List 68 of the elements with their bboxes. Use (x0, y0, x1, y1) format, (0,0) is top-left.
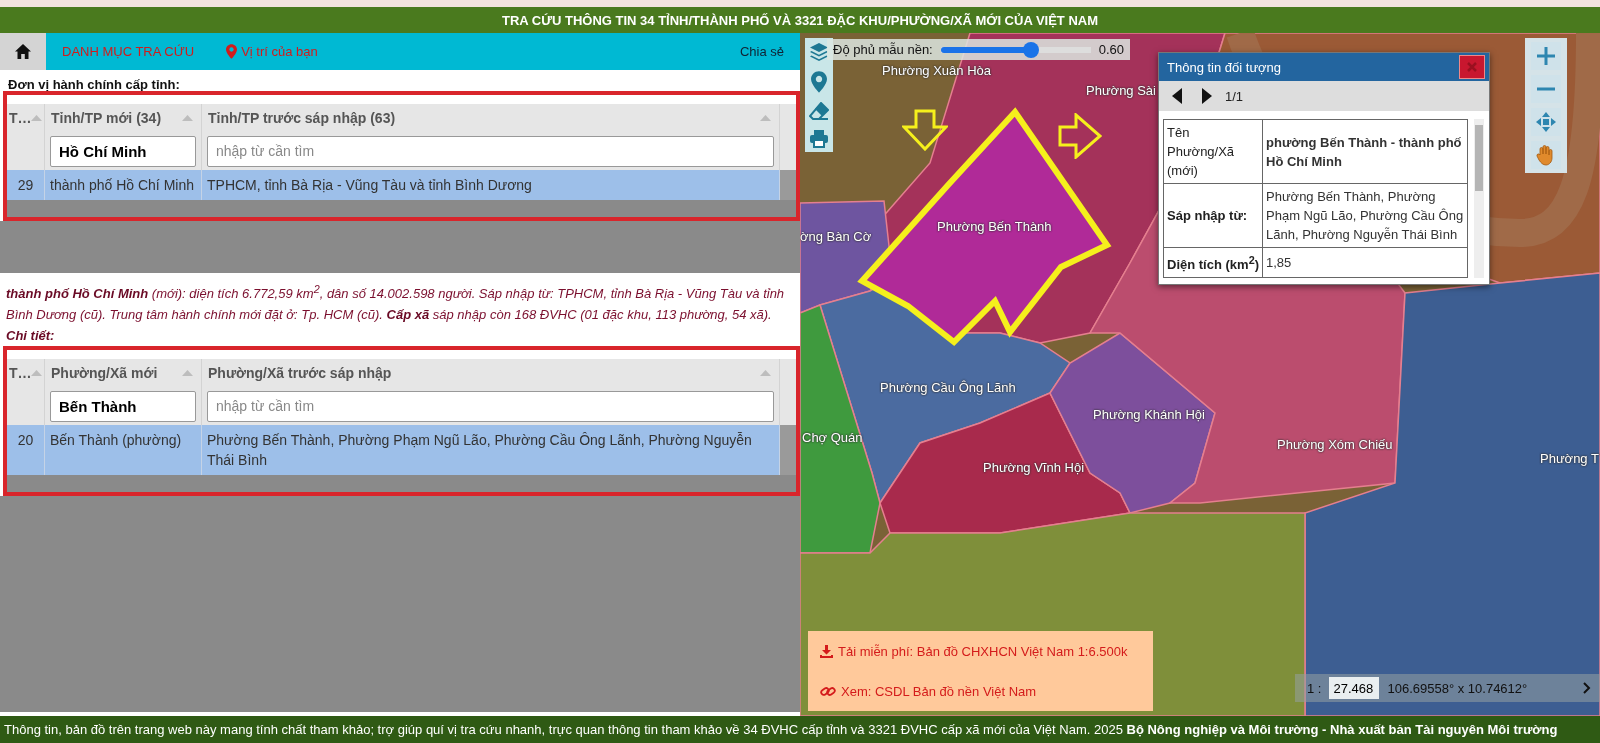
download-icon (820, 644, 833, 658)
chain-link-icon (820, 684, 836, 698)
table-row[interactable]: 29 thành phố Hồ Chí Minh TPHCM, tỉnh Bà Rịa - Vũng Tàu và tỉnh Bình Dương (7, 170, 780, 200)
close-icon (1467, 62, 1477, 72)
printer-icon[interactable] (809, 129, 829, 148)
link[interactable]: Xem: CSDL Bản đồ nền Việt Nam (820, 683, 1037, 699)
page-title: TRA CỨU THÔNG TIN 34 TỈNH/THÀNH PHỐ VÀ 3321 ĐẶC KHU/PHƯỜNG/XÃ MỚI CỦA VIỆT NAM (501, 12, 1098, 28)
map-label: Phường Xuân Hòa (882, 63, 992, 78)
filter-field[interactable]: Bến Thành (50, 390, 196, 422)
share-link[interactable]: Chia sẻ (739, 44, 784, 59)
close-button[interactable] (1459, 55, 1485, 79)
move-icon[interactable] (1535, 111, 1557, 133)
pin-icon (226, 44, 238, 59)
right-arrow-icon (1058, 113, 1102, 159)
right-triangle-icon (1202, 88, 1212, 104)
filter-field[interactable]: Hồ Chí Minh (50, 135, 196, 167)
footer-text: Thông tin, bản đồ trên trang web này mang tính chất tham khảo; trợ giúp quí vị tra cứu nhanh, trực quan thông tin tham khảo về 34 ĐVHC cấp tỉnh và 3321 ĐVHC cấp xã mới của Việt Nam. 2025 Bộ Nông nghiệp và Môi trường - Nhà xuất bản Tài nguyên Môi trường (4, 722, 1558, 737)
section-title: Đơn vị hành chính cấp tỉnh: (8, 77, 180, 92)
link[interactable]: Tải miễn phí: Bản đồ CHXHCN Việt Nam 1:6.500k (820, 643, 1128, 659)
home-icon[interactable] (15, 44, 31, 59)
column-header[interactable]: T… (7, 104, 45, 132)
map-label: Phường T (1540, 451, 1599, 466)
scrollbar (780, 170, 796, 200)
layers-icon[interactable] (809, 42, 829, 62)
table-cell: Sáp nhập từ: (1163, 183, 1263, 248)
map-label: Phường Sài (1086, 83, 1156, 98)
column-header[interactable]: T… (7, 359, 45, 388)
scale-prefix: 1 : (1307, 680, 1322, 696)
map-label: Phường Cầu Ông Lãnh (880, 380, 1016, 395)
sort-icon (760, 115, 771, 121)
sort-icon (182, 370, 193, 377)
column-header[interactable]: Tỉnh/TP mới (34) (45, 104, 202, 132)
map-label: Phường Vĩnh Hội (983, 460, 1085, 475)
filter-field[interactable]: nhập từ cần tìm (207, 135, 774, 167)
left-triangle-icon (1172, 88, 1182, 104)
map-label: Phường Khánh Hội (1093, 407, 1205, 422)
filter-field[interactable]: nhập từ cần tìm (207, 390, 774, 422)
map-label: ờng Bàn Cờ (800, 229, 872, 244)
scale-field[interactable]: 27.468 (1329, 677, 1380, 699)
opacity-label: Độ phủ mẫu nền: (833, 42, 933, 57)
down-arrow-icon (902, 109, 948, 151)
detail-label: Chi tiết: (6, 328, 55, 344)
popup-title: Thông tin đối tượng (1167, 59, 1282, 75)
table-cell: Phường Bến Thành, Phường Phạm Ngũ Lão, Phường Cầu Ông Lãnh, Phường Nguyễn Thái Bình (1262, 183, 1468, 248)
sort-icon (182, 115, 193, 121)
table-cell: Tên Phường/Xã (mới) (1163, 119, 1263, 184)
opacity-value: 0.60 (1098, 42, 1125, 57)
chevron-icon (1583, 682, 1591, 694)
table-cell: Diện tích (km$^{2}$) (1163, 247, 1263, 278)
map-label: Phường Bến Thành (937, 219, 1052, 234)
eraser-icon[interactable] (809, 102, 829, 120)
map-label: Chợ Quán (802, 430, 863, 445)
column-header[interactable]: Phường/Xã mới (45, 359, 202, 388)
summary-text: thành phố Hồ Chí Minh (mới): diện tích 6.772,59 km$^{2}$, dân số 14.002.598 người. Sáp nhập từ: TPHCM, tỉnh Bà Rịa - Vũng Tàu và tỉnh Bình Dương (cũ). Trung tâm hành chính mới đặt ở: Tp. HCM (cũ). Cấp xã sáp nhập còn 168 ĐVHC (01 đặc khu, 113 phường, 54 xã). (6, 282, 786, 325)
location-pin-icon[interactable] (811, 71, 827, 93)
slider-thumb[interactable] (1022, 41, 1039, 58)
sort-icon (31, 115, 42, 121)
map-label: Phường Xóm Chiếu (1277, 437, 1393, 452)
sort-icon (31, 370, 42, 377)
sort-icon (760, 370, 771, 377)
table-row[interactable]: 20 Bến Thành (phường) Phường Bến Thành, Phường Phạm Ngũ Lão, Phường Cầu Ông Lãnh, Phường Nguyễn Thái Bình (7, 425, 780, 476)
table-cell: 1,85 (1262, 247, 1468, 278)
scrollbar (780, 425, 796, 476)
home-tab[interactable] (0, 33, 46, 70)
page-indicator: 1/1 (1225, 88, 1244, 104)
table-cell: phường Bến Thành - thành phố Hồ Chí Minh (1262, 119, 1468, 184)
zoom-in-icon[interactable] (1535, 45, 1557, 67)
coordinates: 106.69558° x 10.74612° (1387, 680, 1528, 696)
